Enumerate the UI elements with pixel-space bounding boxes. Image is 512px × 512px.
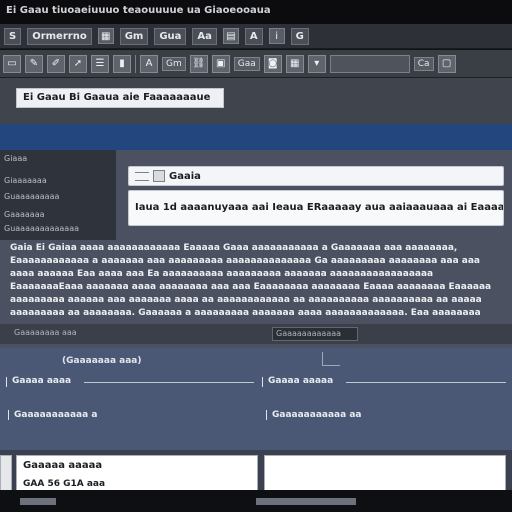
window-icon[interactable]: ▢ (437, 54, 456, 73)
sidebar-item[interactable]: Giaaaaaaa (4, 176, 47, 185)
panel-heading: (Gaaaaaaa aaa) (62, 356, 142, 366)
sidebar: Giaaa Giaaaaaaa Guaaaaaaaaa Gaaaaaaa Gua… (0, 150, 116, 240)
font-icon[interactable]: A (140, 54, 158, 73)
status-bar (0, 490, 512, 512)
resize-handle-icon[interactable] (322, 352, 340, 366)
grid-icon[interactable]: ▦ (97, 28, 114, 44)
checkbox-icon (153, 170, 165, 182)
toolbar-divider (135, 54, 136, 73)
toolbar-label-gaa[interactable]: Gaa (233, 56, 260, 71)
ribbon-band (0, 124, 512, 150)
new-file-icon[interactable]: ▭ (3, 54, 21, 73)
chevron-down-icon[interactable]: ▾ (307, 54, 326, 73)
menu-item-aa[interactable]: Aa (192, 27, 217, 45)
toolbar: ▭ ✎ ✐ ➚ ☰ ▮ A Gm ⛓ ▣ Gaa ◙ ▦ ▾ Ca ▢ (0, 50, 512, 78)
toolbar-dropdown[interactable] (329, 54, 410, 73)
toolbar-label-gm[interactable]: Gm (162, 56, 186, 71)
panel-sub-left: Gaaaaaaaaaaa a (14, 410, 98, 420)
sidebar-item[interactable]: Guaaaaaaaaaaaaa (4, 224, 79, 233)
page-icon[interactable]: ▤ (222, 28, 239, 44)
menu-item-gm[interactable]: Gm (119, 27, 149, 45)
card-stub (0, 455, 12, 495)
comment-icon[interactable]: ◙ (263, 54, 282, 73)
slider-left[interactable]: Gaaaa aaaa (6, 376, 256, 388)
image-icon[interactable]: ▣ (211, 54, 230, 73)
link-icon[interactable]: ⛓ (189, 54, 208, 73)
sidebar-item[interactable]: Guaaaaaaaaa (4, 192, 59, 201)
list-icon[interactable]: ☰ (91, 54, 109, 73)
slider-tick (6, 377, 7, 387)
slider-tick (262, 377, 263, 387)
menu-item-a[interactable]: A (244, 27, 263, 45)
long-input[interactable]: Iaua 1d aaaanuyaaa aai Ieaua ERaaaaay au… (128, 190, 504, 226)
menu-item-ormerrno[interactable]: Ormerrno (27, 27, 92, 45)
short-input-value: Gaaia (169, 170, 201, 182)
info-icon[interactable]: i (268, 28, 285, 44)
sidebar-item[interactable]: Giaaa (4, 154, 27, 163)
info-card[interactable]: Gaaaaa aaaaa GAA 56 G1A aaa (16, 455, 258, 495)
menu-bar: S Ormerrno ▦ Gm Gua Aa ▤ A i G (0, 24, 512, 49)
window-title: Ei Gaau tiuoaeiuuuo teaouuuue ua Giaoeoo… (0, 0, 512, 24)
info-card[interactable] (264, 455, 506, 495)
panel-tick (8, 410, 9, 420)
card-row: Gaaaaa aaaaa GAA 56 G1A aaa (0, 450, 512, 495)
table-icon[interactable]: ▦ (285, 54, 304, 73)
bar-icon[interactable]: ▮ (113, 54, 131, 73)
toolbar-label-ca[interactable]: Ca (413, 56, 434, 71)
option-field[interactable]: Gaaaaaaaaaaaa (272, 327, 358, 341)
card-title: Gaaaaa aaaaa (23, 460, 103, 471)
menu-item-g[interactable]: G (290, 27, 309, 45)
slider-track[interactable] (346, 382, 506, 383)
panel-tick (266, 410, 267, 420)
edit-icon[interactable]: ✎ (25, 54, 43, 73)
slider-right[interactable]: Gaaaa aaaaa (262, 376, 508, 388)
short-input[interactable]: Gaaia (128, 166, 504, 186)
arrow-icon[interactable]: ➚ (69, 54, 87, 73)
description-text: Gaia Ei Gaiaa aaaa aaaaaaaaaaaa Eaaaaa G… (10, 243, 492, 318)
status-segment (256, 498, 356, 505)
slider-track[interactable] (84, 382, 254, 383)
menu-item-gua[interactable]: Gua (154, 27, 187, 45)
option-row: Gaaaaaaaa aaa Gaaaaaaaaaaaa (0, 324, 512, 344)
pen-icon[interactable]: ✐ (47, 54, 65, 73)
panel-sub-right: Gaaaaaaaaaaa aa (272, 410, 362, 420)
slider-left-label: Gaaaa aaaa (12, 376, 72, 386)
document-tab[interactable]: Ei Gaau Bi Gaaua aie Faaaaaaaue (16, 88, 224, 108)
status-segment (20, 498, 56, 505)
option-label: Gaaaaaaaa aaa (14, 328, 77, 337)
card-detail: GAA 56 G1A aaa (23, 479, 106, 489)
menu-item-s[interactable]: S (4, 27, 22, 45)
slider-right-label: Gaaaa aaaaa (268, 376, 334, 386)
settings-panel: (Gaaaaaaa aaa) Gaaaa aaaa Gaaaa aaaaa Ga… (0, 348, 512, 450)
document-header: Ei Gaau Bi Gaaua aie Faaaaaaaue (0, 78, 512, 150)
menu-icon (135, 171, 149, 181)
sidebar-item[interactable]: Gaaaaaaa (4, 210, 45, 219)
main-content: Giaaa Giaaaaaaa Guaaaaaaaaa Gaaaaaaa Gua… (0, 150, 512, 495)
